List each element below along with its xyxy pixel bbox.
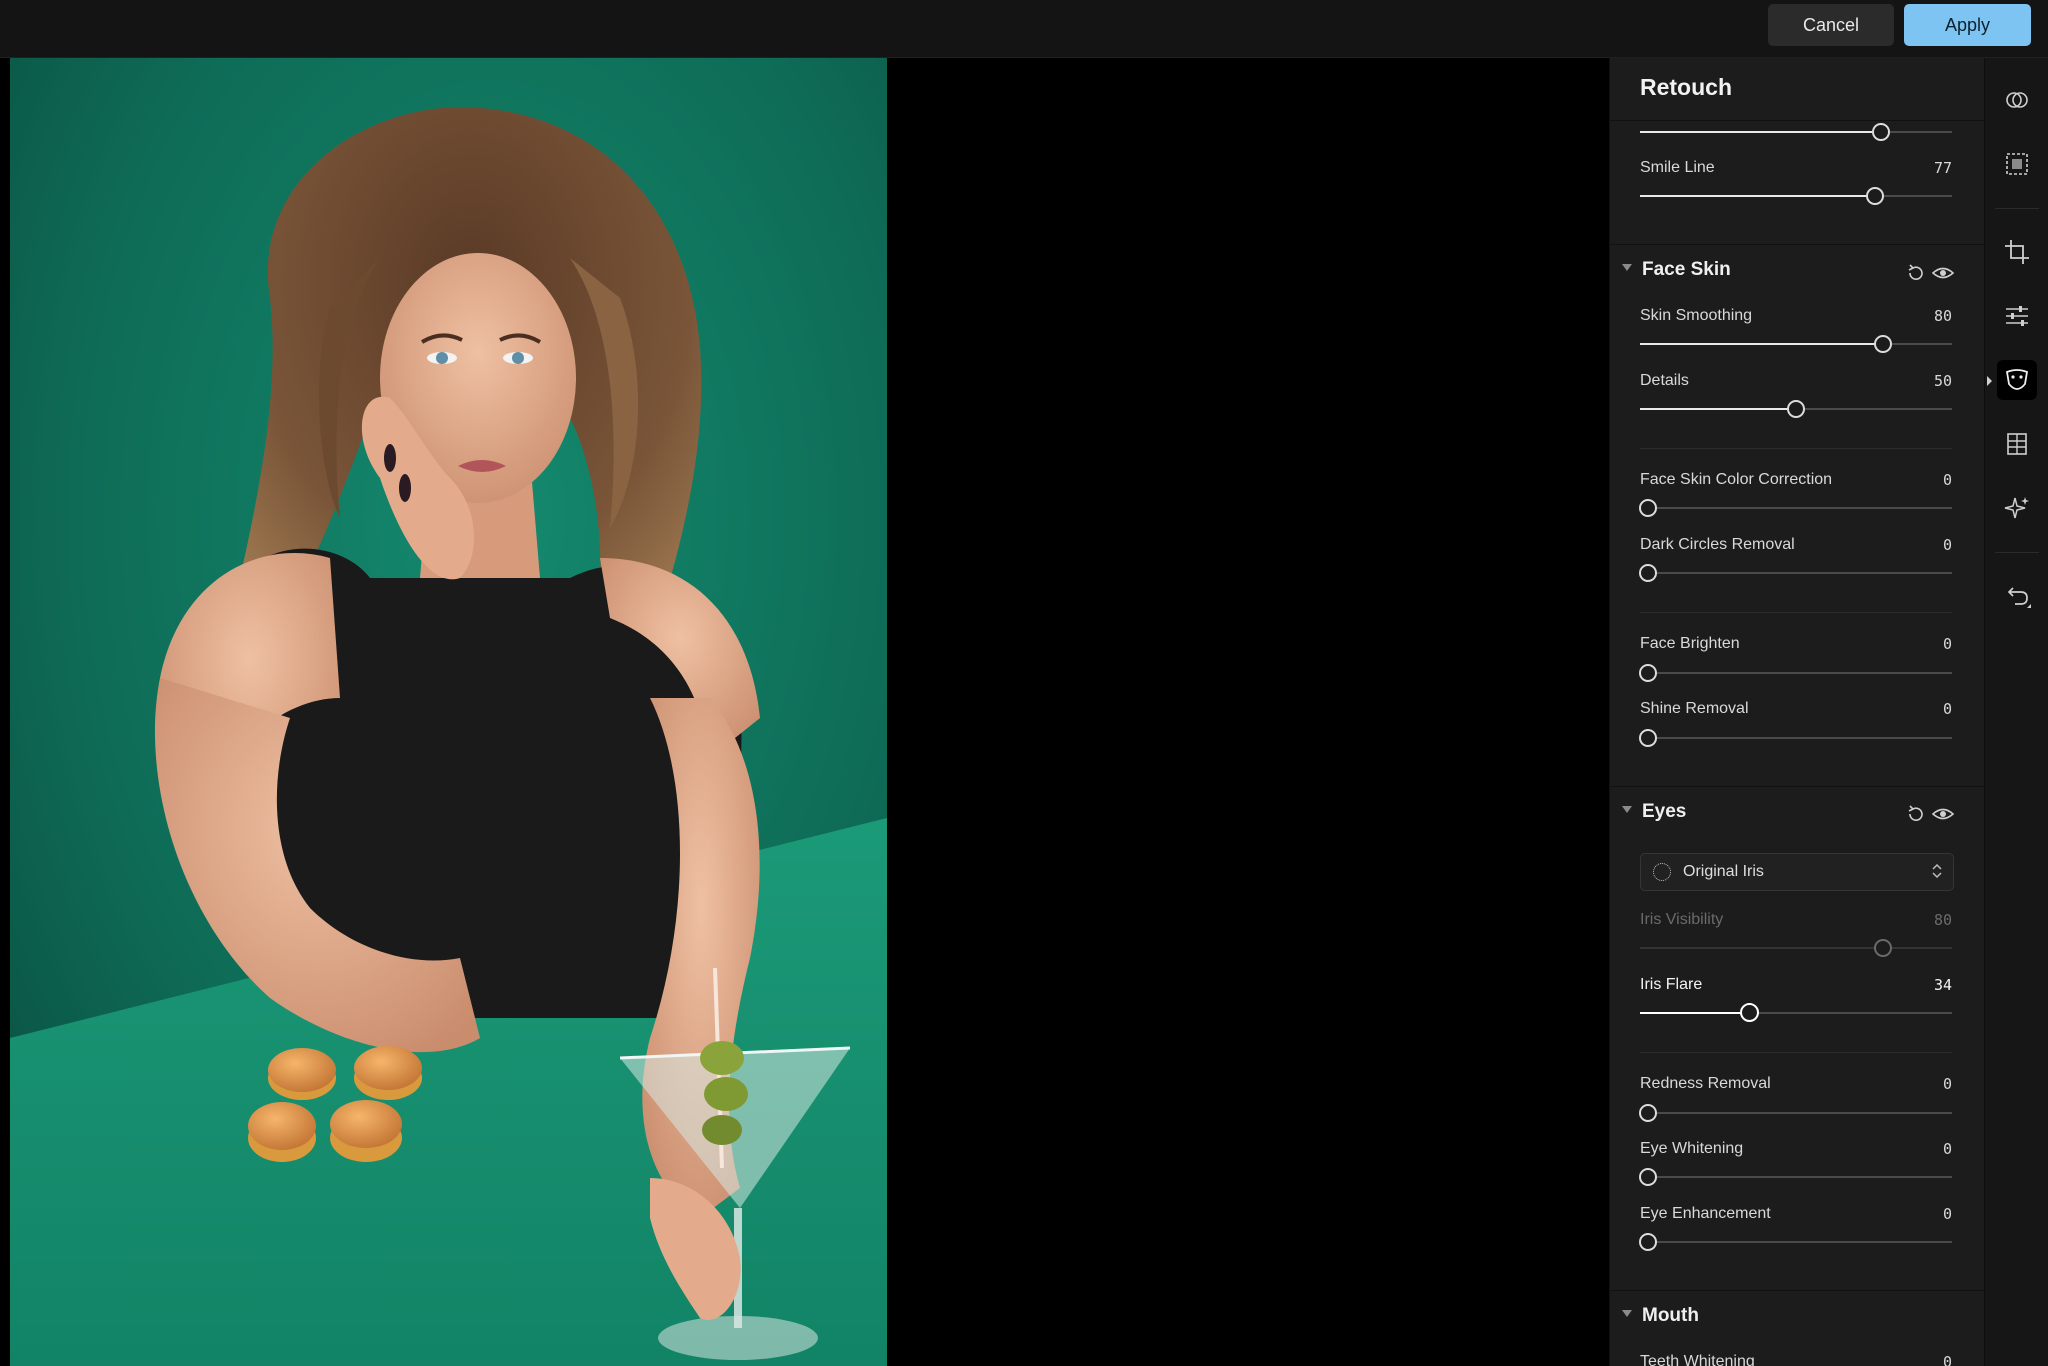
dark-circles-removal-slider[interactable] (1639, 564, 1952, 582)
slider-label: Shine Removal (1640, 700, 1749, 717)
apply-button[interactable]: Apply (1904, 4, 2031, 46)
section-header-eyes[interactable]: Eyes (1622, 801, 1686, 823)
smile-line-label: Smile Line (1640, 159, 1715, 176)
dropdown-selected-value: Original Iris (1683, 863, 1764, 880)
slider-value: 0 (1942, 1140, 1952, 1158)
slider-value: 50 (1933, 372, 1952, 390)
iris-style-dropdown[interactable]: Original Iris (1640, 853, 1954, 891)
skin-smoothing-slider[interactable] (1640, 335, 1952, 353)
smile-line-slider[interactable] (1640, 187, 1952, 205)
visibility-eye-icon[interactable] (1931, 808, 1955, 820)
slider-knob[interactable] (1639, 1233, 1657, 1251)
slider-value: 0 (1942, 700, 1952, 718)
active-indicator-arrow-icon (1987, 376, 1992, 386)
iris-flare-slider[interactable] (1640, 1003, 1952, 1022)
slider-value: 34 (1933, 976, 1952, 994)
slider-label: Skin Smoothing (1640, 307, 1753, 324)
face-skin-actions (1905, 262, 1955, 284)
slider-knob[interactable] (1874, 335, 1892, 353)
section-separator (1610, 786, 1985, 787)
rail-separator (1995, 552, 2039, 553)
smile-line-knob[interactable] (1866, 187, 1884, 205)
slider-value: 0 (1942, 1075, 1952, 1093)
group-divider (1640, 448, 1952, 449)
eyes-actions (1905, 803, 1955, 825)
top-toolbar: Cancel Apply (0, 0, 2048, 58)
slider-knob[interactable] (1872, 123, 1890, 141)
slider-knob[interactable] (1639, 564, 1657, 582)
mask-icon[interactable] (2001, 148, 2033, 180)
slider-value: 80 (1933, 307, 1952, 325)
slider-value: 0 (1942, 536, 1952, 554)
slider-label: Face Skin Color Correction (1640, 471, 1833, 488)
slider-label: Dark Circles Removal (1640, 536, 1795, 553)
cancel-button[interactable]: Cancel (1768, 4, 1894, 46)
face-brighten-slider[interactable] (1639, 664, 1952, 682)
group-divider (1640, 612, 1952, 613)
section-header-face-skin[interactable]: Face Skin (1622, 259, 1731, 281)
updown-chevron-icon (1932, 863, 1942, 879)
portrait-photo (10, 58, 887, 1366)
slider-knob[interactable] (1639, 1168, 1657, 1186)
slider-label: Eye Enhancement (1640, 1205, 1771, 1222)
slider-label: Details (1640, 372, 1689, 389)
ai-sparkle-icon[interactable] (2001, 492, 2033, 524)
slider-label: Eye Whitening (1640, 1140, 1744, 1157)
reset-icon[interactable] (1908, 805, 1923, 821)
slider-knob[interactable] (1740, 1003, 1759, 1022)
crop-icon[interactable] (2001, 236, 2033, 268)
tool-rail (1984, 58, 2048, 1366)
collapse-caret-icon[interactable] (1622, 264, 1632, 272)
slider-label: Iris Flare (1640, 976, 1703, 993)
slider-value: 0 (1942, 635, 1952, 653)
smile-line-value: 77 (1933, 159, 1952, 177)
redness-removal-slider[interactable] (1639, 1104, 1952, 1122)
face-skin-color-correction-slider[interactable] (1639, 499, 1952, 517)
image-viewer[interactable] (0, 58, 1608, 1366)
collapse-caret-icon[interactable] (1622, 1310, 1632, 1318)
details-slider[interactable] (1640, 400, 1952, 418)
slider-knob (1874, 939, 1892, 957)
adjustments-icon[interactable] (2001, 300, 2033, 332)
iris-visibility-slider (1640, 939, 1952, 957)
slider-value: 0 (1942, 471, 1952, 489)
slider-value: 0 (1942, 1205, 1952, 1223)
slider-label: Teeth Whitening (1640, 1353, 1755, 1366)
slider-knob[interactable] (1639, 729, 1657, 747)
slider-label: Redness Removal (1640, 1075, 1771, 1092)
retouch-panel: Retouch Smile Line 77 Face Skin Skin Smo… (1609, 58, 1985, 1366)
collapse-caret-icon[interactable] (1622, 806, 1632, 814)
rail-separator (1995, 208, 2039, 209)
title-separator (1610, 120, 1985, 121)
slider-value-disabled: 80 (1933, 911, 1952, 929)
undo-icon[interactable] (2001, 580, 2033, 612)
slider-value: 0 (1942, 1353, 1952, 1366)
eye-whitening-slider[interactable] (1639, 1168, 1952, 1186)
group-divider (1640, 1052, 1952, 1053)
iris-preset-icon (1653, 863, 1671, 881)
slider-knob[interactable] (1639, 499, 1657, 517)
face-retouch-icon[interactable] (2001, 364, 2033, 396)
slider-knob[interactable] (1639, 664, 1657, 682)
section-separator (1610, 1290, 1985, 1291)
visibility-eye-icon[interactable] (1931, 267, 1955, 279)
section-header-mouth[interactable]: Mouth (1622, 1305, 1699, 1327)
photo-canvas[interactable] (10, 58, 887, 1366)
panel-title: Retouch (1640, 74, 1732, 100)
section-separator (1610, 244, 1985, 245)
slider-knob[interactable] (1787, 400, 1805, 418)
slider-label: Face Brighten (1640, 635, 1740, 652)
shine-removal-slider[interactable] (1639, 729, 1952, 747)
eye-enhancement-slider[interactable] (1639, 1233, 1952, 1251)
reset-icon[interactable] (1908, 264, 1923, 280)
slider-track[interactable] (1640, 123, 1952, 141)
grid-icon[interactable] (2001, 428, 2033, 460)
slider-knob[interactable] (1639, 1104, 1657, 1122)
slider-label-disabled: Iris Visibility (1640, 911, 1724, 928)
layers-icon[interactable] (2001, 84, 2033, 116)
